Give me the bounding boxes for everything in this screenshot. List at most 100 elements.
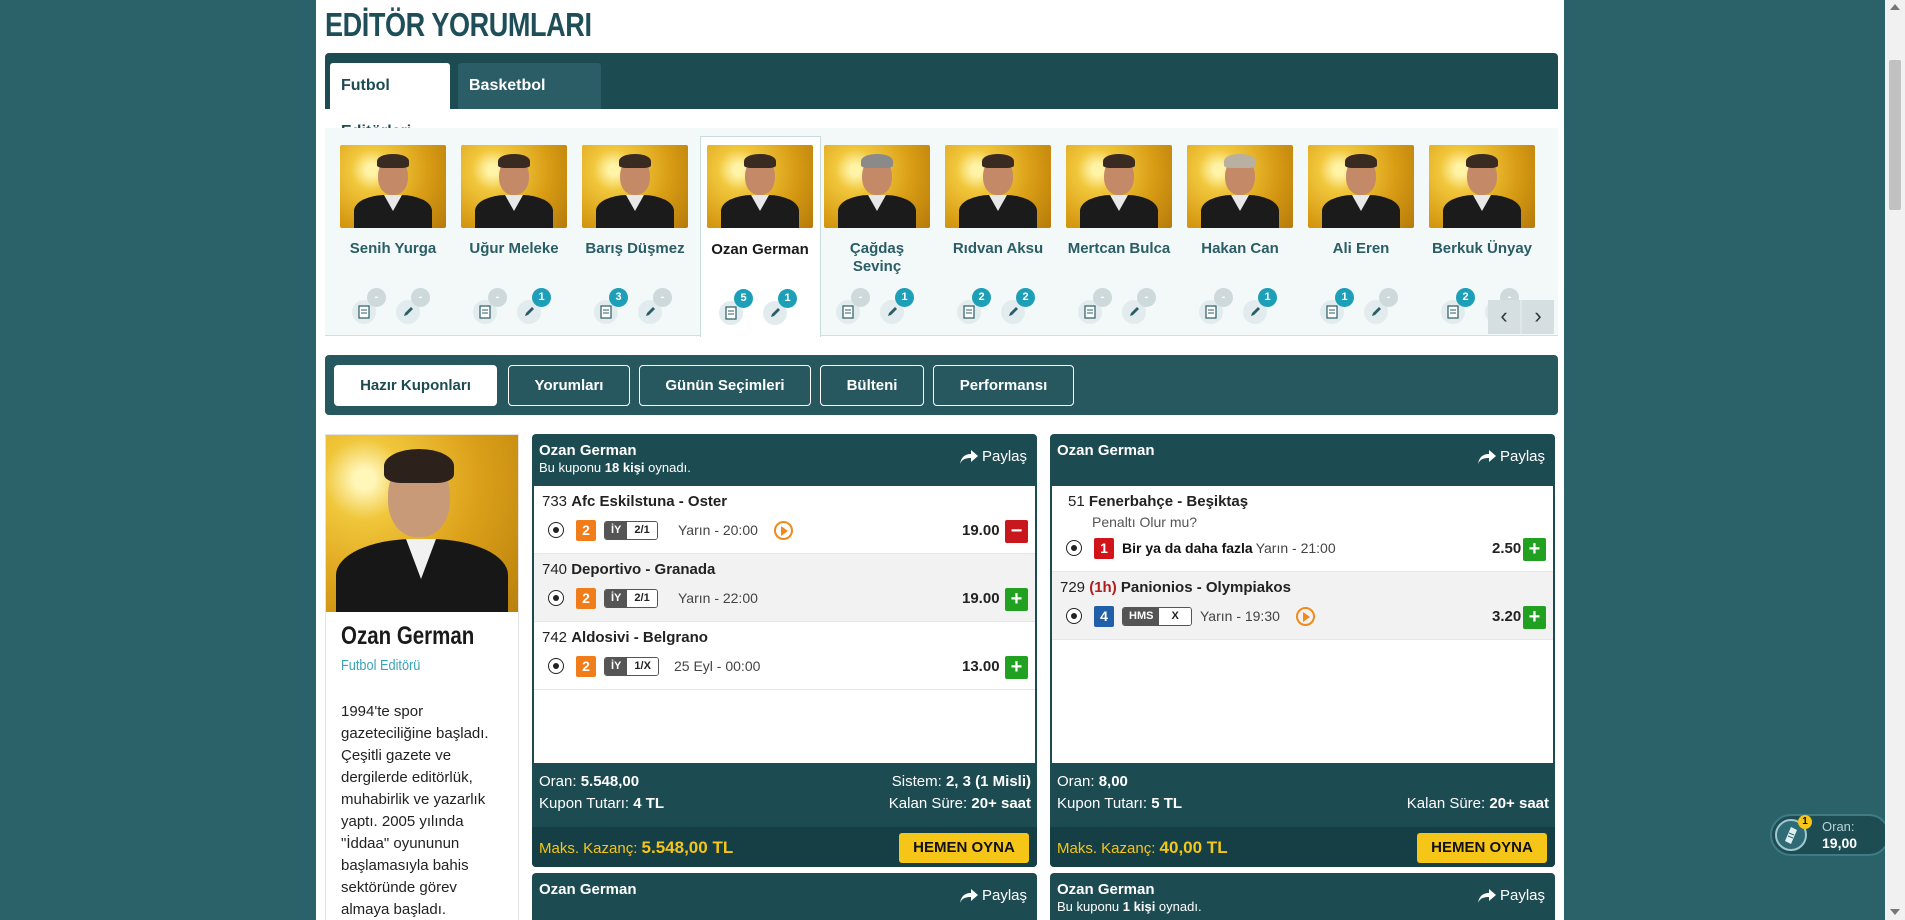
editor-photo xyxy=(1187,145,1293,228)
carousel-prev-button[interactable]: ‹ xyxy=(1488,300,1520,334)
editor-card[interactable]: Senih Yurga - - xyxy=(325,128,446,336)
scrollbar-thumb[interactable] xyxy=(1889,60,1901,210)
play-now-button[interactable]: HEMEN OYNA xyxy=(1417,833,1547,863)
coupon-count-badge: - xyxy=(488,288,507,307)
editor-photo xyxy=(340,145,446,228)
scroll-down-arrow-icon[interactable] xyxy=(1890,909,1900,915)
remove-from-coupon-button[interactable]: − xyxy=(1005,520,1028,543)
coupon-count-badge: - xyxy=(851,288,870,307)
match-odd: 19.00 xyxy=(962,590,1000,607)
market-question: Penaltı Olur mu? xyxy=(1092,514,1198,530)
share-icon xyxy=(959,450,978,464)
betslip-odds-label: Oran: xyxy=(1822,819,1855,834)
match-odd: 19.00 xyxy=(962,522,1000,539)
tab-basketball-editors[interactable]: Basketbol Editörleri xyxy=(458,63,601,140)
tab-performance[interactable]: Performansı xyxy=(933,365,1074,406)
coupon-count-badge: 3 xyxy=(609,288,628,307)
mbs-badge: 1 xyxy=(1094,538,1114,559)
editor-name: Berkuk Ünyay xyxy=(1431,240,1533,257)
editor-name: Uğur Meleke xyxy=(469,240,559,257)
live-play-icon[interactable] xyxy=(1296,607,1315,626)
coupon-odds-widget[interactable]: 1 Oran: 19,00 xyxy=(1770,814,1890,856)
coupon-play-count: Bu kuponu 18 kişi oynadı. xyxy=(539,460,691,475)
carousel-next-button[interactable]: › xyxy=(1522,300,1554,334)
comment-count-badge: 2 xyxy=(1016,288,1035,307)
coupon-editor-name: Ozan German xyxy=(539,442,637,459)
bet-type: İY 2/1 xyxy=(604,521,658,540)
share-button[interactable]: Paylaş xyxy=(959,887,1027,904)
coupon-count-badge: 2 xyxy=(972,288,991,307)
editor-card[interactable]: Hakan Can - 1 xyxy=(1172,128,1293,336)
match-time: Yarın - 19:30 xyxy=(1200,608,1280,624)
editor-card[interactable]: Uğur Meleke - 1 xyxy=(446,128,567,336)
play-now-button[interactable]: HEMEN OYNA xyxy=(899,833,1029,863)
editor-name: Senih Yurga xyxy=(349,240,437,257)
coupon-count-badge: 2 xyxy=(1456,288,1475,307)
mbs-badge: 2 xyxy=(576,520,596,541)
editor-card[interactable]: Rıdvan Aksu 2 2 xyxy=(930,128,1051,336)
scroll-up-arrow-icon[interactable] xyxy=(1890,4,1900,10)
football-icon xyxy=(1066,540,1082,556)
coupon-card: Ozan German Paylaş xyxy=(532,873,1037,920)
share-button[interactable]: Paylaş xyxy=(1477,887,1545,904)
share-icon xyxy=(959,889,978,903)
comment-count-badge: 1 xyxy=(532,288,551,307)
tab-daily-picks[interactable]: Günün Seçimleri xyxy=(639,365,811,406)
tab-bulletin[interactable]: Bülteni xyxy=(820,365,924,406)
coupon-card: Ozan German Bu kuponu 18 kişi oynadı. Pa… xyxy=(532,434,1037,867)
comment-count-badge: - xyxy=(1379,288,1398,307)
profile-role: Futbol Editörü xyxy=(341,657,421,674)
page-scrollbar[interactable] xyxy=(1885,0,1905,920)
page-container: EDİTÖR YORUMLARI Futbol Editörleri Baske… xyxy=(316,0,1564,920)
add-to-coupon-button[interactable]: + xyxy=(1523,538,1546,561)
editor-name: Mertcan Bulca xyxy=(1067,240,1171,257)
match-odd: 13.00 xyxy=(962,658,1000,675)
coupon-count-badge: - xyxy=(367,288,386,307)
bet-type: İY 2/1 xyxy=(604,589,658,608)
coupon-count-badge: - xyxy=(1214,288,1233,307)
coupon-max-win: Maks. Kazanç: 40,00 TL HEMEN OYNA xyxy=(1050,827,1555,867)
editor-card-active[interactable]: Ozan German 5 1 xyxy=(700,136,821,337)
editor-profile-photo xyxy=(326,435,518,612)
mbs-badge: 4 xyxy=(1094,606,1114,627)
editor-photo xyxy=(1308,145,1414,228)
comment-count-badge: 1 xyxy=(778,289,797,308)
editor-profile-card: Ozan German Futbol Editörü 1994'te spor … xyxy=(325,434,519,920)
match-row: 51 Fenerbahçe - Beşiktaş Penaltı Olur mu… xyxy=(1052,486,1553,572)
editor-card[interactable]: Çağdaş Sevinç - 1 xyxy=(809,128,930,336)
mbs-badge: 2 xyxy=(576,656,596,677)
editor-photo xyxy=(1066,145,1172,228)
match-row: 729 (1h) Panionios - Olympiakos 4 HMS X Y… xyxy=(1052,572,1553,640)
football-icon xyxy=(548,522,564,538)
add-to-coupon-button[interactable]: + xyxy=(1005,656,1028,679)
tab-ready-coupons[interactable]: Hazır Kuponları xyxy=(334,365,497,406)
editor-card[interactable]: Mertcan Bulca - - xyxy=(1051,128,1172,336)
editor-card[interactable]: Barış Düşmez 3 - xyxy=(567,128,688,336)
live-play-icon[interactable] xyxy=(774,521,793,540)
comment-count-badge: 1 xyxy=(1258,288,1277,307)
carousel-arrows: ‹ › xyxy=(1488,300,1554,334)
match-row: 733 Afc Eskilstuna - Oster 2 İY 2/1 Yarın… xyxy=(534,486,1035,554)
match-row: 740 Deportivo - Granada 2 İY 2/1 Yarın - … xyxy=(534,554,1035,622)
coupon-count-badge: - xyxy=(1093,288,1112,307)
share-button[interactable]: Paylaş xyxy=(959,448,1027,465)
add-to-coupon-button[interactable]: + xyxy=(1523,606,1546,629)
coupon-count-badge: 5 xyxy=(734,289,753,308)
editor-card[interactable]: Ali Eren 1 - xyxy=(1293,128,1414,336)
editor-photo xyxy=(582,145,688,228)
bet-type: İY 1/X xyxy=(604,657,659,676)
comment-count-badge: 1 xyxy=(895,288,914,307)
coupon-card: Ozan German Paylaş 51 Fenerbahçe - Beşik… xyxy=(1050,434,1555,867)
match-odd: 2.50 xyxy=(1492,540,1522,557)
tab-comments[interactable]: Yorumları xyxy=(508,365,630,406)
profile-name: Ozan German xyxy=(341,622,475,650)
coupon-max-win: Maks. Kazanç: 5.548,00 TL HEMEN OYNA xyxy=(532,827,1037,867)
add-to-coupon-button[interactable]: + xyxy=(1005,588,1028,611)
mbs-badge: 2 xyxy=(576,588,596,609)
coupon-summary: Oran: 5.548,00 Kupon Tutarı: 4 TL Sistem… xyxy=(539,773,1031,812)
tab-football-editors[interactable]: Futbol Editörleri xyxy=(330,63,450,140)
editor-name: Ali Eren xyxy=(1332,240,1390,257)
coupon-play-count: Bu kuponu 1 kişi oynadı. xyxy=(1057,899,1202,914)
share-button[interactable]: Paylaş xyxy=(1477,448,1545,465)
coupon-matches: 733 Afc Eskilstuna - Oster 2 İY 2/1 Yarın… xyxy=(534,486,1035,763)
